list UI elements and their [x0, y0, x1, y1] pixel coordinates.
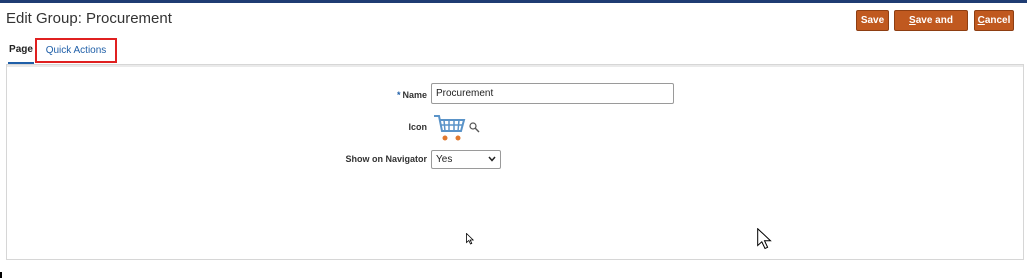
- required-marker: *: [396, 90, 401, 100]
- tab-page[interactable]: Page: [8, 38, 34, 64]
- edge-mark: [0, 272, 2, 278]
- shopping-cart-icon[interactable]: [433, 113, 467, 143]
- show-on-navigator-value: Yes: [436, 154, 453, 165]
- mouse-pointer-icon: [757, 228, 772, 250]
- header-top-line: [0, 0, 1027, 3]
- save-button-label: Save: [860, 15, 885, 26]
- cancel-label: ancel: [984, 15, 1011, 26]
- page-title: Edit Group: Procurement: [6, 10, 172, 27]
- name-input[interactable]: [431, 83, 674, 104]
- form-panel: *Name Icon Show on Navigator Yes: [6, 64, 1024, 260]
- tab-page-label: Page: [9, 44, 33, 55]
- panel-top-band: [7, 65, 1023, 67]
- chevron-down-icon: [488, 156, 496, 162]
- show-on-navigator-label: Show on Navigator: [345, 154, 427, 164]
- save-and-close-button[interactable]: Save and Close: [894, 10, 968, 45]
- name-label: * Name: [387, 90, 427, 100]
- mouse-pointer-icon: [466, 233, 474, 245]
- save-and-close-mnemonic: S: [909, 15, 916, 26]
- save-and-close-label: ave and Close: [915, 15, 953, 45]
- tab-quick-actions-label: Quick Actions: [45, 45, 107, 56]
- save-button[interactable]: Save: [856, 10, 889, 31]
- tab-quick-actions[interactable]: Quick Actions: [35, 38, 117, 63]
- search-icon[interactable]: [469, 122, 480, 133]
- name-label-text: Name: [402, 90, 427, 100]
- icon-label: Icon: [408, 122, 427, 132]
- cancel-mnemonic: C: [977, 15, 985, 26]
- cancel-button[interactable]: Cancel: [974, 10, 1014, 31]
- show-on-navigator-select[interactable]: Yes: [431, 150, 501, 169]
